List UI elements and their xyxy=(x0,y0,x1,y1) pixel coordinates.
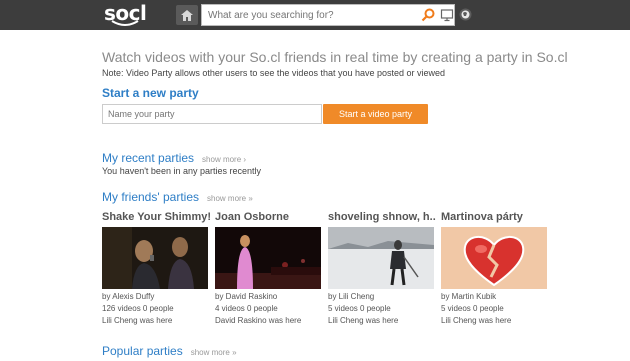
top-bar: socl xyxy=(0,0,630,30)
friends-show-more-link[interactable]: show more » xyxy=(207,194,253,203)
start-party-title: Start a new party xyxy=(102,86,199,100)
page-headline: Watch videos with your So.cl friends in … xyxy=(102,49,568,65)
video-party-note: Note: Video Party allows other users to … xyxy=(102,68,446,78)
party-thumbnail[interactable] xyxy=(215,227,321,289)
party-thumbnail[interactable] xyxy=(441,227,547,289)
popular-show-more-link[interactable]: show more » xyxy=(191,348,237,357)
party-owner[interactable]: by Alexis Duffy xyxy=(102,292,154,301)
party-visitor: Lili Cheng was here xyxy=(441,316,512,325)
recent-parties-empty-text: You haven't been in any parties recently xyxy=(102,166,261,176)
party-stats: 5 videos 0 people xyxy=(441,304,504,313)
search-box xyxy=(201,4,455,26)
party-card[interactable]: Joan Osborne by David Raskino 4 videos 0… xyxy=(215,211,323,325)
party-card[interactable]: shoveling shnow, h... by Lili Cheng 5 vi… xyxy=(328,211,436,325)
recent-parties-header: My recent parties show more › xyxy=(102,149,246,167)
party-name-input[interactable] xyxy=(102,104,322,124)
party-title[interactable]: Shake Your Shimmy! xyxy=(102,211,210,225)
logo-smile-icon xyxy=(111,20,139,26)
start-video-party-button[interactable]: Start a video party xyxy=(323,104,428,124)
popular-parties-header: Popular parties show more » xyxy=(102,342,237,360)
friends-parties-title[interactable]: My friends' parties xyxy=(102,190,199,204)
recent-show-more-link[interactable]: show more › xyxy=(202,155,246,164)
party-owner[interactable]: by David Raskino xyxy=(215,292,277,301)
party-owner[interactable]: by Lili Cheng xyxy=(328,292,374,301)
globe-icon[interactable] xyxy=(459,8,472,21)
party-visitor: Lili Cheng was here xyxy=(102,316,173,325)
party-stats: 126 videos 0 people xyxy=(102,304,174,313)
search-input[interactable] xyxy=(202,5,412,25)
party-card[interactable]: Martinova párty by Martin Kubik 5 videos… xyxy=(441,211,549,325)
party-visitor: Lili Cheng was here xyxy=(328,316,399,325)
party-thumbnail[interactable] xyxy=(328,227,434,289)
party-thumbnail[interactable] xyxy=(102,227,208,289)
party-visitor: David Raskino was here xyxy=(215,316,302,325)
screen-icon[interactable] xyxy=(440,8,454,22)
party-title[interactable]: Martinova párty xyxy=(441,211,549,225)
socl-logo[interactable]: socl xyxy=(104,1,152,29)
party-stats: 4 videos 0 people xyxy=(215,304,278,313)
party-card[interactable]: Shake Your Shimmy! by Alexis Duffy 126 v… xyxy=(102,211,210,325)
search-icon[interactable] xyxy=(421,8,435,22)
popular-parties-title[interactable]: Popular parties xyxy=(102,344,183,358)
party-title[interactable]: shoveling shnow, h... xyxy=(328,211,436,225)
home-button[interactable] xyxy=(176,5,198,25)
friends-parties-header: My friends' parties show more » xyxy=(102,188,253,206)
home-icon xyxy=(181,9,193,21)
party-stats: 5 videos 0 people xyxy=(328,304,391,313)
party-owner[interactable]: by Martin Kubik xyxy=(441,292,496,301)
recent-parties-title[interactable]: My recent parties xyxy=(102,151,194,165)
party-title[interactable]: Joan Osborne xyxy=(215,211,323,225)
